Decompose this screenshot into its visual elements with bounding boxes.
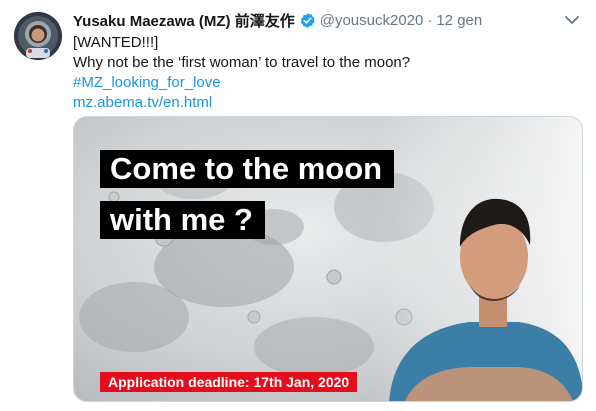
verified-badge-icon — [299, 12, 316, 29]
tweet-header: Yusaku Maezawa (MZ) 前澤友作 @yousuck2020 · … — [73, 10, 482, 30]
headline-line-1: Come to the moon — [100, 150, 395, 188]
display-name[interactable]: Yusaku Maezawa (MZ) 前澤友作 — [73, 10, 295, 31]
hashtag-link[interactable]: #MZ_looking_for_love — [73, 73, 573, 93]
media-image[interactable]: Come to the moon with me ? Application d… — [73, 116, 583, 402]
avatar[interactable] — [14, 12, 62, 60]
url-link[interactable]: mz.abema.tv/en.html — [73, 93, 573, 113]
user-handle[interactable]: @yousuck2020 — [320, 12, 424, 29]
tweet: Yusaku Maezawa (MZ) 前澤友作 @yousuck2020 · … — [0, 0, 596, 411]
tweet-text-line-wanted: [WANTED!!!] — [73, 34, 159, 51]
chevron-down-icon[interactable] — [562, 12, 582, 28]
timestamp[interactable]: 12 gen — [436, 12, 482, 29]
headline-line-2: with me ? — [100, 201, 265, 239]
tweet-text-line-question: Why not be the ‘first woman’ to travel t… — [73, 54, 411, 71]
tweet-text: [WANTED!!!] Why not be the ‘first woman’… — [73, 33, 573, 113]
deadline-banner: Application deadline: 17th Jan, 2020 — [100, 372, 358, 392]
separator-dot: · — [427, 11, 433, 29]
